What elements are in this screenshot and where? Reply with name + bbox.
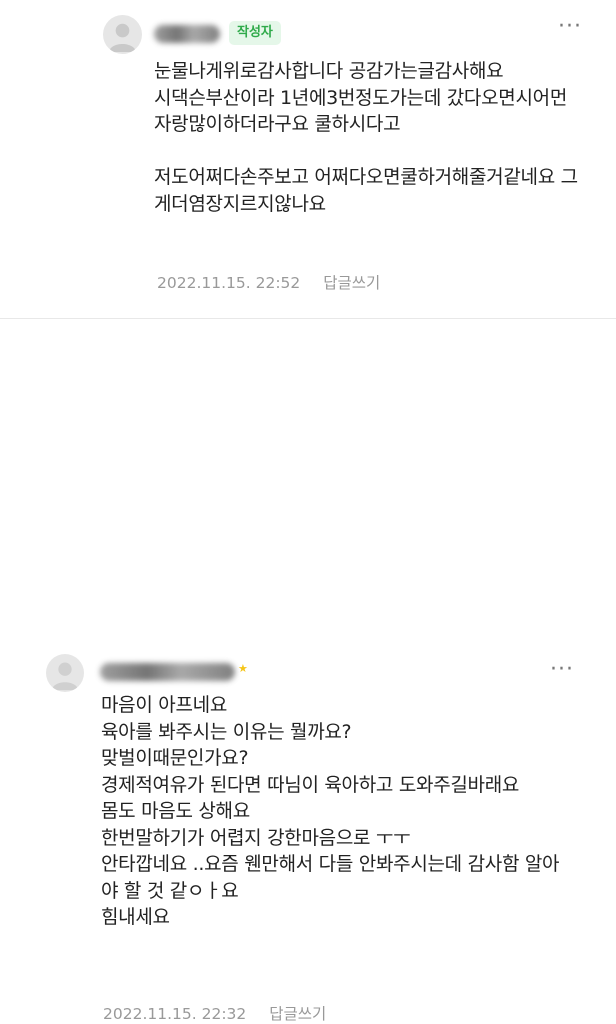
comment-author: 작성자 ··· 눈물나게위로감사합니다 공감가는글감사해요 시댁슨부산이라 1년… bbox=[0, 0, 616, 314]
comment-meta: 2022.11.15. 22:52 답글쓰기 bbox=[157, 271, 380, 293]
avatar[interactable] bbox=[103, 15, 142, 54]
comment-text: 마음이 아프네요 육아를 봐주시는 이유는 뭘까요? 맞벌이때문인가요? 경제적… bbox=[101, 694, 560, 928]
reply-button[interactable]: 답글쓰기 bbox=[323, 274, 380, 292]
more-options-button[interactable]: ··· bbox=[555, 16, 585, 40]
author-nickname-redacted[interactable] bbox=[154, 25, 220, 43]
comment-text: 눈물나게위로감사합니다 공감가는글감사해요 시댁슨부산이라 1년에3번정도가는데… bbox=[154, 60, 578, 215]
commenter-nickname-redacted[interactable] bbox=[100, 663, 235, 681]
comment-meta: 2022.11.15. 22:32 답글쓰기 bbox=[103, 1002, 326, 1024]
avatar[interactable] bbox=[46, 654, 84, 692]
user-silhouette-icon bbox=[51, 662, 79, 691]
author-badge: 작성자 bbox=[229, 21, 281, 45]
user-silhouette-icon bbox=[108, 23, 137, 53]
star-icon: ★ bbox=[238, 662, 248, 675]
more-options-button[interactable]: ··· bbox=[547, 659, 577, 683]
reply-button[interactable]: 답글쓰기 bbox=[269, 1005, 326, 1023]
comment-timestamp: 2022.11.15. 22:32 bbox=[103, 1005, 247, 1023]
comment: ★ ··· 마음이 아프네요 육아를 봐주시는 이유는 뭘까요? 맞벌이때문인가… bbox=[0, 314, 616, 1023]
comment-timestamp: 2022.11.15. 22:52 bbox=[157, 274, 301, 292]
